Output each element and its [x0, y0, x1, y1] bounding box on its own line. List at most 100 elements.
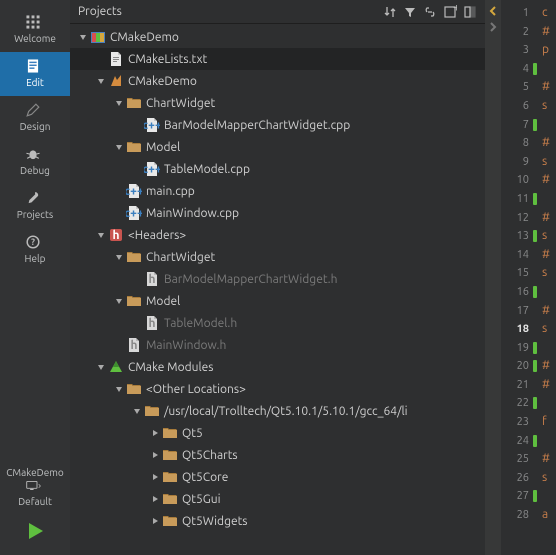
tree-row[interactable]: CMakeDemo: [70, 70, 485, 92]
tree-row[interactable]: <Other Locations>: [70, 378, 485, 400]
tree-label: main.cpp: [146, 185, 195, 198]
change-mark-icon: [533, 342, 537, 354]
sidebar-item-help[interactable]: ? Help: [0, 228, 70, 272]
mark-slot: [533, 376, 539, 395]
tree-row[interactable]: CMake Modules: [70, 356, 485, 378]
mark-slot: [533, 413, 539, 432]
mark-slot: [533, 487, 539, 506]
nav-back-icon[interactable]: [486, 4, 500, 18]
tree-row[interactable]: c++BarModelMapperChartWidget.cpp: [70, 114, 485, 136]
tree-row[interactable]: c++MainWindow.cpp: [70, 202, 485, 224]
tree-toggle-icon[interactable]: [148, 492, 162, 506]
nav-forward-icon[interactable]: [486, 20, 500, 34]
tree-label: Qt5Charts: [182, 449, 238, 462]
sidebar-item-debug[interactable]: Debug: [0, 140, 70, 184]
tree-toggle-icon[interactable]: [112, 140, 126, 154]
sidebar-label: Projects: [17, 209, 53, 220]
tree-row[interactable]: ChartWidget: [70, 246, 485, 268]
tree-toggle-icon[interactable]: [112, 96, 126, 110]
line-number: 4: [501, 60, 529, 79]
tree-toggle-icon[interactable]: [94, 74, 108, 88]
project-tree[interactable]: CMakeDemoCMakeLists.txtCMakeDemo ChartWid…: [70, 24, 485, 555]
line-number: 2: [501, 23, 529, 42]
line-number: 23: [501, 413, 529, 432]
sort-icon[interactable]: [381, 3, 399, 21]
mark-slot: [533, 134, 539, 153]
tree-row[interactable]: Qt5: [70, 422, 485, 444]
change-mark-icon: [533, 397, 537, 409]
mark-slot: [533, 171, 539, 190]
change-mark-icon: [533, 360, 537, 372]
mark-slot: [533, 227, 539, 246]
tree-row[interactable]: CMakeDemo: [70, 26, 485, 48]
tree-label: ChartWidget: [146, 97, 215, 110]
code-line: [542, 339, 556, 358]
svg-text:c++: c++: [144, 163, 160, 176]
sidebar-label: Welcome: [14, 33, 56, 44]
tree-row[interactable]: ChartWidget: [70, 92, 485, 114]
sidebar-item-design[interactable]: Design: [0, 96, 70, 140]
code-line: #: [542, 450, 556, 469]
pencil-icon: [25, 102, 41, 118]
tree-toggle-icon[interactable]: [148, 448, 162, 462]
filter-icon[interactable]: [401, 3, 419, 21]
tree-row[interactable]: c++ main.cpp: [70, 180, 485, 202]
tree-row[interactable]: hMainWindow.h: [70, 334, 485, 356]
tree-row[interactable]: hTableModel.h: [70, 312, 485, 334]
kit-selector[interactable]: CMakeDemo Default: [0, 459, 70, 513]
tree-toggle-icon[interactable]: [130, 404, 144, 418]
sidebar-item-edit[interactable]: Edit: [0, 52, 70, 96]
tree-row[interactable]: h<Headers>: [70, 224, 485, 246]
run-button[interactable]: [0, 513, 70, 549]
tree-row[interactable]: CMakeLists.txt: [70, 48, 485, 70]
folder-icon: [162, 491, 178, 507]
mark-slot: [533, 264, 539, 283]
file-h-icon: h: [126, 337, 142, 353]
code-line: [542, 190, 556, 209]
tree-row[interactable]: hBarModelMapperChartWidget.h: [70, 268, 485, 290]
tree-row[interactable]: Qt5Core: [70, 466, 485, 488]
sidebar-item-welcome[interactable]: Welcome: [0, 8, 70, 52]
code-line: #: [542, 171, 556, 190]
close-pane-icon[interactable]: [461, 3, 479, 21]
change-marks: [533, 0, 539, 555]
svg-text:c++: c++: [126, 185, 142, 198]
tree-row[interactable]: Qt5Widgets: [70, 510, 485, 532]
panel-title: Projects: [76, 5, 381, 18]
tree-row[interactable]: Qt5Charts: [70, 444, 485, 466]
code-line: #: [542, 302, 556, 321]
headers-icon: h: [108, 227, 124, 243]
tree-row[interactable]: c++TableModel.cpp: [70, 158, 485, 180]
mark-slot: [533, 153, 539, 172]
document-icon: [25, 58, 41, 74]
tree-toggle-icon[interactable]: [148, 514, 162, 528]
file-h-icon: h: [144, 315, 160, 331]
tree-row[interactable]: /usr/local/Trolltech/Qt5.10.1/5.10.1/gcc…: [70, 400, 485, 422]
editor-area[interactable]: 1234567891011121314151617181920212223242…: [501, 0, 556, 555]
code-area[interactable]: c#p#s#s##s#s#s##f#sa: [539, 0, 556, 555]
tree-row[interactable]: Qt5Gui: [70, 488, 485, 510]
sidebar-item-projects[interactable]: Projects: [0, 184, 70, 228]
tree-toggle-icon[interactable]: [76, 30, 90, 44]
tree-toggle-icon[interactable]: [94, 360, 108, 374]
line-number: 26: [501, 469, 529, 488]
tree-row[interactable]: Model: [70, 136, 485, 158]
tree-toggle-icon[interactable]: [112, 250, 126, 264]
mark-slot: [533, 116, 539, 135]
code-line: s: [542, 469, 556, 488]
help-icon: ?: [25, 234, 41, 250]
sidebar-label: Help: [25, 253, 46, 264]
tree-toggle-icon[interactable]: [112, 382, 126, 396]
svg-text:c++: c++: [144, 119, 160, 132]
tree-toggle-icon[interactable]: [94, 228, 108, 242]
line-number: 13: [501, 227, 529, 246]
mark-slot: [533, 432, 539, 451]
tree-row[interactable]: Model: [70, 290, 485, 312]
line-number: 6: [501, 97, 529, 116]
tree-toggle-icon[interactable]: [148, 470, 162, 484]
tree-toggle-icon[interactable]: [148, 426, 162, 440]
split-icon[interactable]: +: [441, 3, 459, 21]
link-icon[interactable]: [421, 3, 439, 21]
tree-toggle-icon[interactable]: [112, 294, 126, 308]
tree-label: MainWindow.cpp: [146, 207, 239, 220]
